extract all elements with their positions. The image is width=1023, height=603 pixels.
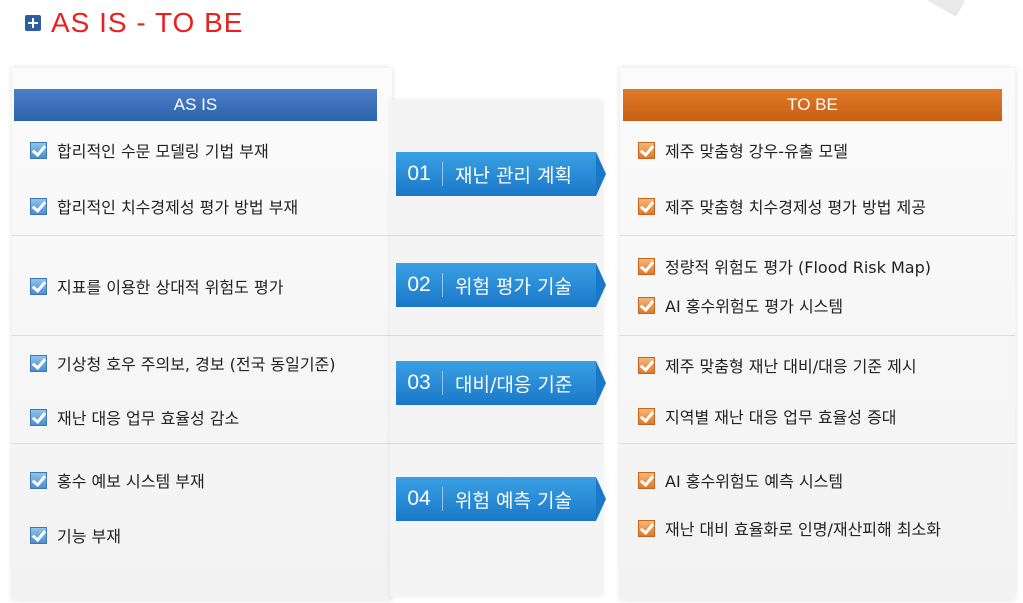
tobe-item-text: AI 홍수위험도 평가 시스템 [665,297,844,316]
checkbox-checked-icon [638,296,655,314]
step-pill-04: 04 위험 예측 기술 [396,477,606,521]
tobe-item-text: 정량적 위험도 평가 (Flood Risk Map) [665,258,931,277]
step-label: 재난 관리 계획 [455,164,572,187]
checkbox-checked-icon [638,141,655,159]
asis-item-text: 기상청 호우 주의보, 경보 (전국 동일기준) [57,355,336,374]
asis-item-text: 합리적인 수문 모델링 기법 부재 [57,142,269,161]
checkbox-checked-icon [30,141,47,159]
page-title: AS IS - TO BE [51,7,244,38]
tobe-item-text: 지역별 재난 대응 업무 효율성 증대 [665,408,897,427]
step-pill-02: 02 위험 평가 기술 [396,263,606,307]
row-divider [620,335,1015,336]
asis-item-text: 재난 대응 업무 효율성 감소 [57,409,240,428]
row-divider [12,235,392,236]
checkbox-checked-icon [30,471,47,489]
tobe-item: 제주 맞춤형 강우-유출 모델 [638,138,848,162]
checkbox-checked-icon [30,408,47,426]
row-divider [390,443,603,444]
asis-item: 합리적인 치수경제성 평가 방법 부재 [30,194,298,218]
asis-item-text: 홍수 예보 시스템 부재 [57,472,205,491]
step-number: 02 [396,273,443,297]
tobe-item-text: 제주 맞춤형 재난 대비/대응 기준 제시 [665,357,917,376]
tobe-item: AI 홍수위험도 평가 시스템 [638,293,843,317]
checkbox-checked-icon [30,277,47,295]
asis-item: 지표를 이용한 상대적 위험도 평가 [30,274,283,298]
step-label: 위험 예측 기술 [455,489,572,512]
checkbox-checked-icon [638,519,655,537]
tobe-item: 제주 맞춤형 재난 대비/대응 기준 제시 [638,353,917,377]
row-divider [12,443,392,444]
checkbox-checked-icon [30,526,47,544]
asis-item-text: 지표를 이용한 상대적 위험도 평가 [57,278,284,297]
tobe-item: 제주 맞춤형 치수경제성 평가 방법 제공 [638,194,926,218]
step-number: 01 [396,162,443,186]
row-divider [390,235,603,236]
tobe-item: 지역별 재난 대응 업무 효율성 증대 [638,404,897,428]
corner-decoration [921,0,965,17]
asis-item: 재난 대응 업무 효율성 감소 [30,405,239,429]
tobe-item: AI 홍수위험도 예측 시스템 [638,468,843,492]
asis-item: 홍수 예보 시스템 부재 [30,468,205,492]
tobe-header: TO BE [623,89,1002,121]
plus-square-icon [25,15,41,31]
tobe-item-text: 제주 맞춤형 치수경제성 평가 방법 제공 [665,198,926,217]
tobe-item-text: 재난 대비 효율화로 인명/재산피해 최소화 [665,520,941,539]
step-number: 03 [396,371,443,395]
step-label: 대비/대응 기준 [455,373,573,396]
asis-item: 합리적인 수문 모델링 기법 부재 [30,138,269,162]
asis-item-text: 합리적인 치수경제성 평가 방법 부재 [57,198,299,217]
checkbox-checked-icon [638,197,655,215]
step-label: 위험 평가 기술 [455,275,572,298]
tobe-item-text: AI 홍수위험도 예측 시스템 [665,472,844,491]
step-pill-03: 03 대비/대응 기준 [396,361,606,405]
asis-item-text: 기능 부재 [57,527,121,546]
checkbox-checked-icon [638,471,655,489]
tobe-item: 정량적 위험도 평가 (Flood Risk Map) [638,254,931,278]
asis-item: 기능 부재 [30,523,121,547]
asis-item: 기상청 호우 주의보, 경보 (전국 동일기준) [30,351,336,375]
asis-header: AS IS [14,89,377,121]
checkbox-checked-icon [30,197,47,215]
checkbox-checked-icon [638,356,655,374]
step-pill-01: 01 재난 관리 계획 [396,152,606,196]
row-divider [620,443,1015,444]
checkbox-checked-icon [638,407,655,425]
checkbox-checked-icon [30,354,47,372]
step-number: 04 [396,487,443,511]
title-block: AS IS - TO BE [25,7,244,38]
checkbox-checked-icon [638,257,655,275]
row-divider [390,335,603,336]
tobe-item-text: 제주 맞춤형 강우-유출 모델 [665,142,848,161]
row-divider [620,235,1015,236]
tobe-item: 재난 대비 효율화로 인명/재산피해 최소화 [638,516,941,540]
row-divider [12,335,392,336]
